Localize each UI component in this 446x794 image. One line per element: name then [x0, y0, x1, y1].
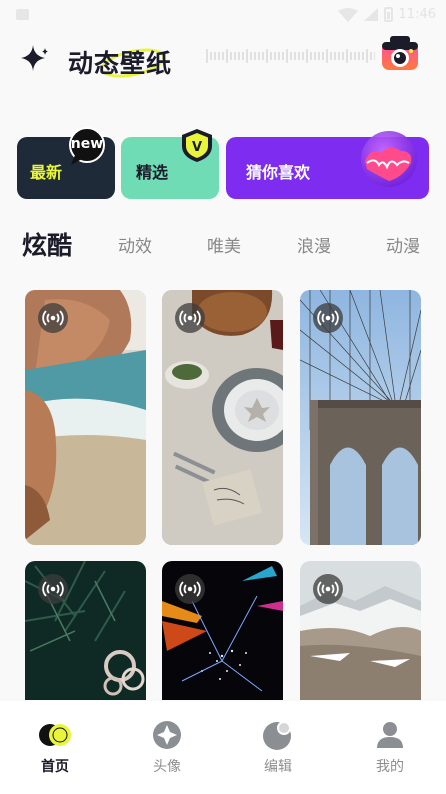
tab-romantic[interactable]: 浪漫 — [297, 232, 331, 257]
live-wallpaper-icon — [313, 303, 343, 333]
shield-icon: V — [182, 129, 212, 162]
category-latest-label: 最新 — [30, 163, 63, 182]
heart-icon — [361, 131, 417, 187]
ruler-decoration — [206, 49, 375, 63]
nav-avatar-label: 头像 — [153, 759, 181, 775]
new-badge-text: new — [70, 136, 104, 152]
wallpaper-grid — [25, 290, 421, 700]
wallpaper-card[interactable] — [25, 561, 146, 700]
edit-icon — [263, 721, 291, 750]
wallpaper-card[interactable] — [162, 290, 283, 545]
wallpaper-card[interactable] — [162, 561, 283, 700]
live-wallpaper-icon — [313, 574, 343, 604]
nav-home-label: 首页 — [41, 759, 69, 775]
nav-edit[interactable]: 编辑 — [238, 701, 318, 791]
new-badge: new — [67, 127, 107, 167]
app-title: 动态壁纸 — [68, 49, 173, 78]
notification-icon — [16, 9, 29, 20]
nav-profile[interactable]: 我的 — [350, 701, 430, 791]
camera-icon — [382, 36, 418, 70]
live-wallpaper-icon — [175, 303, 205, 333]
category-tabs: 炫酷 动效 唯美 浪漫 动漫 — [0, 222, 446, 266]
app-header: 动态壁纸 — [0, 30, 446, 92]
signal-icon — [363, 8, 378, 21]
live-wallpaper-icon — [38, 303, 68, 333]
category-selected-label: 精选 — [136, 163, 169, 182]
app-title-wrap: 动态壁纸 — [66, 40, 186, 83]
category-guess-label: 猜你喜欢 — [246, 163, 311, 182]
nav-home[interactable]: 首页 — [15, 701, 95, 791]
nav-edit-label: 编辑 — [264, 759, 292, 775]
battery-icon — [383, 7, 393, 22]
category-guess-you-like[interactable]: 猜你喜欢 — [226, 131, 429, 199]
category-latest[interactable]: 最新 new — [17, 127, 115, 199]
nav-avatar[interactable]: 头像 — [127, 701, 207, 791]
tab-beautiful[interactable]: 唯美 — [207, 232, 241, 257]
tab-effects[interactable]: 动效 — [118, 232, 152, 257]
camera-button[interactable] — [380, 34, 420, 76]
live-wallpaper-icon — [38, 574, 68, 604]
shield-badge-text: V — [192, 140, 202, 155]
wallpaper-card[interactable] — [300, 290, 421, 545]
category-selected[interactable]: 精选 V — [121, 129, 219, 199]
home-icon — [39, 724, 71, 746]
bottom-nav: 首页 头像 编辑 我的 — [0, 701, 446, 794]
sparkle-icon — [21, 45, 48, 71]
wallpaper-card[interactable] — [300, 561, 421, 700]
avatar-icon — [153, 721, 181, 749]
status-icons: 11:46 — [337, 7, 436, 22]
profile-icon — [377, 722, 403, 748]
live-wallpaper-icon — [175, 574, 205, 604]
wifi-icon — [337, 7, 358, 22]
status-bar: 11:46 — [0, 0, 446, 30]
wallpaper-card[interactable] — [25, 290, 146, 545]
nav-profile-label: 我的 — [376, 759, 404, 775]
tab-cool[interactable]: 炫酷 — [22, 226, 72, 262]
category-row: 最新 new 精选 V 猜你喜欢 — [17, 127, 429, 199]
status-time: 11:46 — [398, 7, 436, 22]
tab-anime[interactable]: 动漫 — [386, 232, 420, 257]
